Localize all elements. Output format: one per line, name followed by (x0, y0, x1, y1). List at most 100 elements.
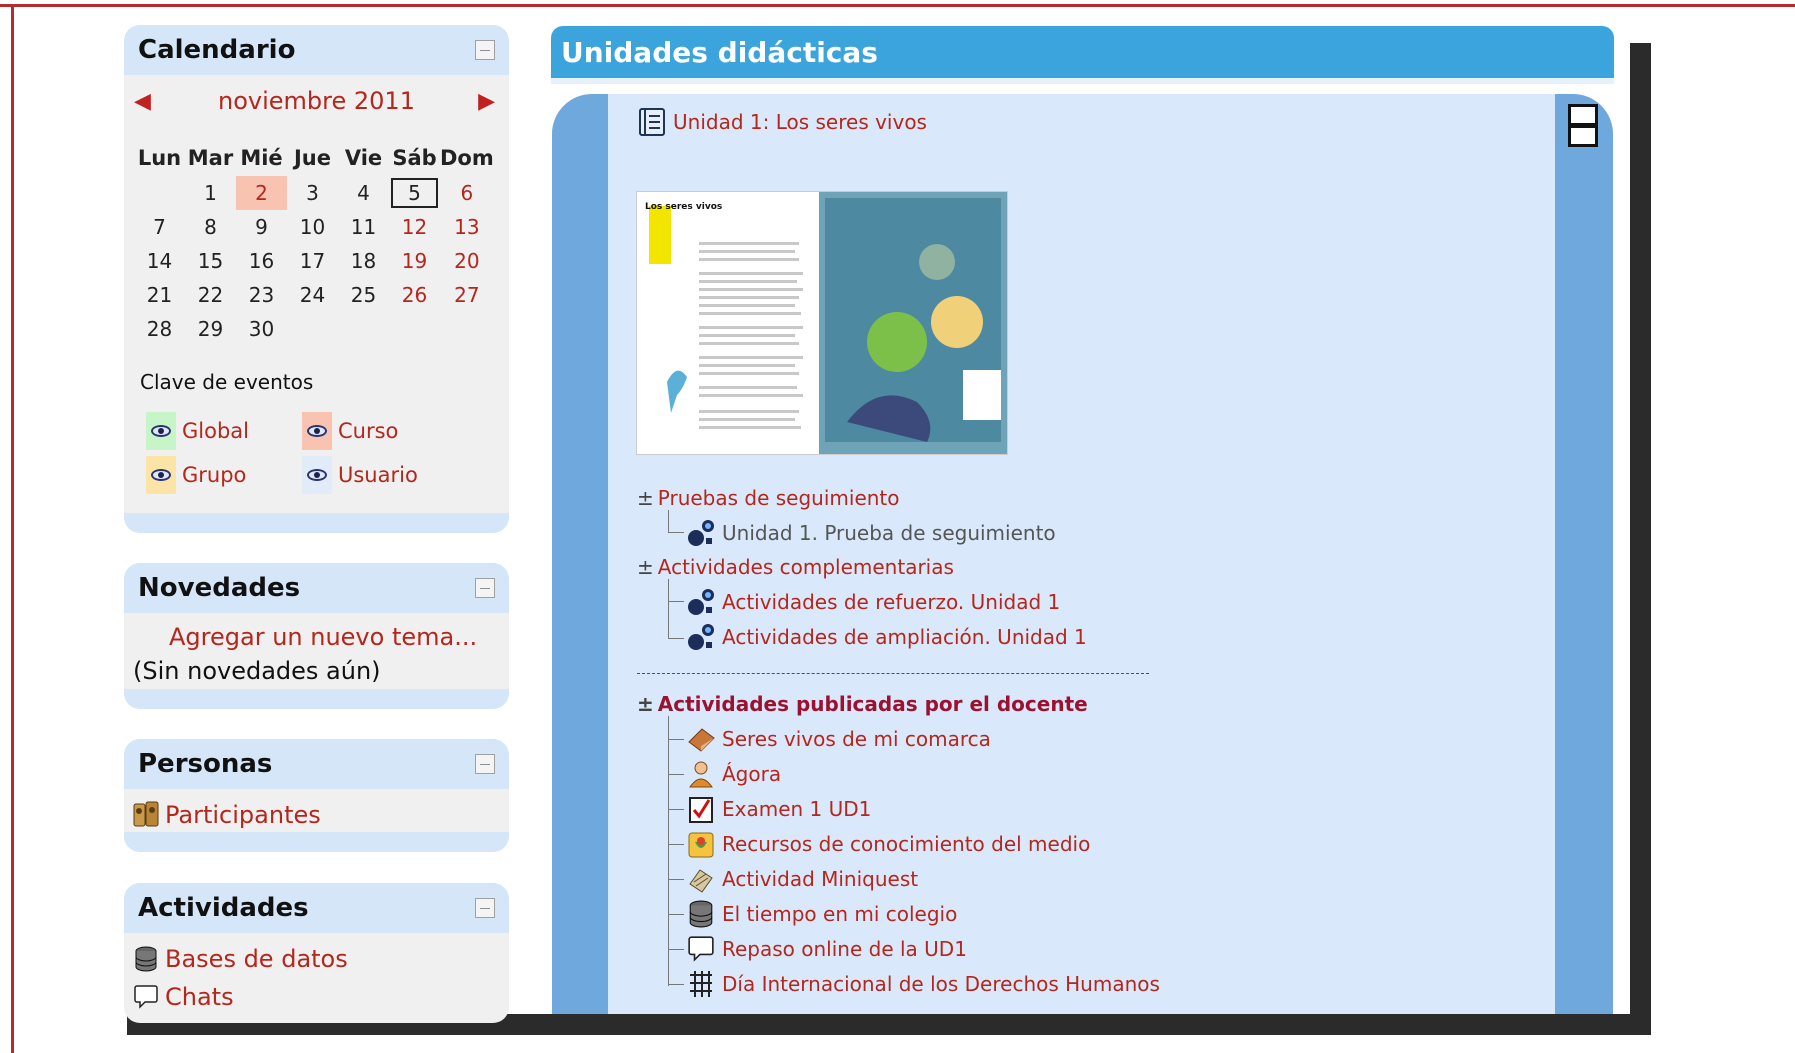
tree-item-link[interactable]: El tiempo en mi colegio (686, 899, 957, 929)
group-label: Pruebas de seguimiento (657, 486, 900, 510)
tree-item-link[interactable]: Recursos de conocimiento del medio (686, 829, 1090, 859)
tree-line (668, 879, 684, 880)
tree-item-label: Actividad Miniquest (722, 867, 919, 891)
assignment-icon (686, 587, 716, 617)
tree-item-label: Unidad 1. Prueba de seguimiento (722, 521, 1056, 545)
tree-item-link[interactable]: Seres vivos de mi comarca (686, 724, 991, 754)
unit-title-label: Unidad 1: Los seres vivos (673, 110, 927, 134)
book-icon (637, 106, 667, 138)
calendar-day-selected[interactable]: 5 (389, 176, 440, 210)
database-icon (686, 899, 716, 929)
people-header: Personas (124, 739, 509, 789)
news-block: Novedades Agregar un nuevo tema... (Sin … (124, 563, 509, 709)
activities-block: Actividades Bases de datos Chats (124, 883, 509, 1023)
activities-title: Actividades (138, 893, 309, 923)
calendar-day: 1 (204, 181, 217, 205)
calendar-month-label[interactable]: noviembre 2011 (124, 87, 509, 115)
people-block: Personas Participantes (124, 739, 509, 852)
block-footer (124, 832, 509, 852)
tree-item-label: Recursos de conocimiento del medio (722, 832, 1091, 856)
databases-label: Bases de datos (165, 945, 348, 973)
group-pruebas-toggle[interactable]: ± Pruebas de seguimiento (637, 486, 900, 510)
quiz-checkbox-icon (686, 794, 716, 824)
event-key-global[interactable]: Global (146, 412, 249, 450)
calendar-day (440, 312, 494, 346)
tree-item-link[interactable]: Ágora (686, 759, 781, 789)
calendar-day: 16 (248, 249, 275, 273)
event-key-course[interactable]: Curso (302, 412, 398, 450)
calendar-day-weekend: 20 (454, 249, 480, 273)
expand-collapse-icon: ± (637, 486, 654, 510)
chats-label: Chats (165, 983, 234, 1011)
collapse-icon[interactable] (475, 898, 495, 918)
group-docente-toggle[interactable]: ± Actividades publicadas por el docente (637, 692, 1088, 716)
calendar-day-weekend: 12 (401, 215, 428, 239)
tree-item-label: Actividades de ampliación. Unidad 1 (722, 625, 1087, 649)
database-icon (133, 945, 159, 973)
add-topic-link[interactable]: Agregar un nuevo tema... (169, 623, 477, 651)
section-heading: Unidades didácticas (551, 26, 1614, 78)
calendar-day: 18 (350, 249, 377, 273)
topic-right-band (1555, 94, 1613, 1014)
calendar-day: 30 (248, 317, 275, 341)
calendar-day-today[interactable]: 2 (236, 176, 287, 210)
group-label: Actividades complementarias (657, 555, 954, 579)
calendar-day: 22 (197, 283, 224, 307)
group-label: Actividades publicadas por el docente (657, 692, 1088, 716)
calendar-day: 28 (146, 317, 173, 341)
participants-link[interactable]: Participantes (133, 801, 321, 829)
unit-title-link[interactable]: Unidad 1: Los seres vivos (637, 106, 927, 138)
tree-item-label: Examen 1 UD1 (722, 797, 872, 821)
tree-item-link[interactable]: Actividad Miniquest (686, 864, 918, 894)
tree-item-label: Día Internacional de los Derechos Humano… (722, 972, 1160, 996)
weekday-label: Mié (240, 146, 283, 170)
tree-item-label: El tiempo en mi colegio (722, 902, 958, 926)
tree-item-link[interactable]: Día Internacional de los Derechos Humano… (686, 969, 1160, 999)
tree-line (668, 809, 684, 810)
tree-item-label: Ágora (722, 762, 782, 786)
weekday-label: Dom (440, 146, 494, 170)
group-complementarias-toggle[interactable]: ± Actividades complementarias (637, 555, 954, 579)
assignment-icon (686, 518, 716, 548)
expand-collapse-icon: ± (637, 692, 654, 716)
calendar-header: Calendario (124, 25, 509, 75)
weekday-label: Sáb (392, 146, 437, 170)
calendar-day-weekend: 26 (401, 283, 428, 307)
weekday-label: Jue (293, 146, 331, 170)
tree-item-link[interactable]: Examen 1 UD1 (686, 794, 871, 824)
event-key-user[interactable]: Usuario (302, 456, 418, 494)
next-month-arrow-icon[interactable]: ▶ (478, 89, 495, 114)
calendar-day (134, 176, 185, 210)
chat-bubble-icon (133, 983, 159, 1011)
tree-line (668, 949, 684, 950)
calendar-day: 23 (248, 283, 275, 307)
tree-line (668, 914, 684, 915)
tree-item-label: Seres vivos de mi comarca (722, 727, 991, 751)
tree-item-label: Repaso online de la UD1 (722, 937, 967, 961)
left-border (11, 4, 14, 1053)
show-only-topic-icon[interactable] (1568, 104, 1600, 152)
calendar-day: 29 (197, 317, 224, 341)
topic-left-band (552, 94, 608, 1014)
tree-item-link[interactable]: Actividades de refuerzo. Unidad 1 (686, 587, 1060, 617)
users-icon (133, 801, 159, 829)
event-key-group[interactable]: Grupo (146, 456, 246, 494)
tree-line (668, 638, 684, 639)
dashed-separator (637, 673, 1149, 674)
calendar-day: 14 (146, 249, 173, 273)
tree-item-link[interactable]: Actividades de ampliación. Unidad 1 (686, 622, 1087, 652)
collapse-icon[interactable] (475, 754, 495, 774)
collapse-icon[interactable] (475, 578, 495, 598)
chats-link[interactable]: Chats (133, 983, 234, 1011)
calendar-day: 7 (153, 215, 166, 239)
collapse-icon[interactable] (475, 40, 495, 60)
eye-icon (302, 456, 332, 494)
calendar-day: 17 (299, 249, 326, 273)
tree-item-link[interactable]: Unidad 1. Prueba de seguimiento (686, 518, 1056, 548)
tree-item-link[interactable]: Repaso online de la UD1 (686, 934, 967, 964)
databases-link[interactable]: Bases de datos (133, 945, 348, 973)
calendar-day: 21 (146, 283, 173, 307)
tree-line (668, 716, 669, 986)
events-key-title: Clave de eventos (140, 370, 314, 394)
calendar-day (287, 312, 338, 346)
